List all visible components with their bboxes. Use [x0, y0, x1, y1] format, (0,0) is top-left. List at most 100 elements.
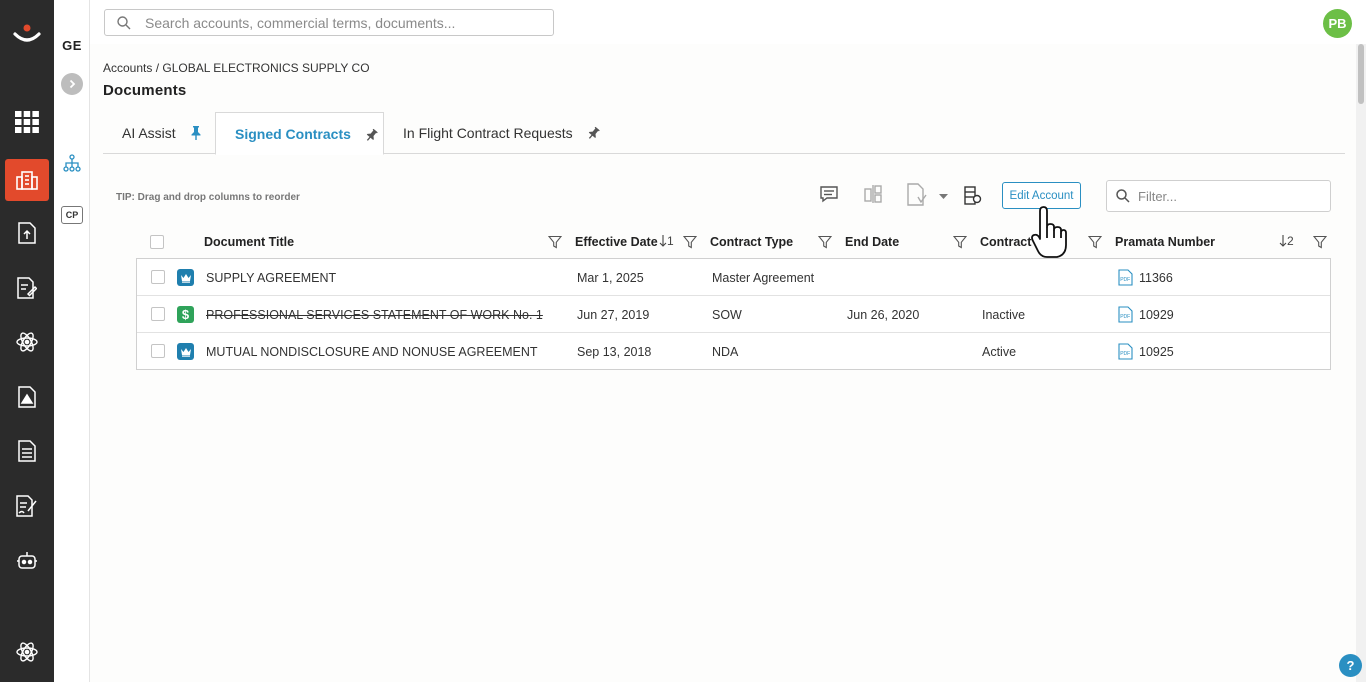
sort-indicator[interactable]: 2 [1279, 234, 1294, 248]
document-list-icon[interactable] [5, 430, 49, 472]
atom-icon[interactable] [5, 321, 49, 363]
pramata-number-text: 11366 [1139, 270, 1173, 285]
global-search-input[interactable] [145, 14, 525, 31]
sort-order: 2 [1287, 234, 1294, 248]
table-row[interactable]: MUTUAL NONDISCLOSURE AND NONUSE AGREEMEN… [137, 333, 1330, 370]
apps-grid-icon[interactable] [5, 101, 49, 143]
user-avatar[interactable]: PB [1323, 9, 1352, 38]
tab-label: In Flight Contract Requests [403, 125, 573, 141]
column-header-effective-date[interactable]: Effective Date [575, 226, 658, 258]
documents-table: SUPPLY AGREEMENT Mar 1, 2025 Master Agre… [136, 258, 1331, 370]
dollar-icon: $ [177, 306, 194, 323]
select-all-checkbox[interactable] [150, 235, 164, 249]
tab-ai-assist[interactable]: AI Assist [103, 112, 215, 154]
app-root: GE CP PB Accounts / GLOBAL ELECTRONICS S… [0, 0, 1366, 682]
table-header: Document Title Effective Date 1 Contract… [136, 226, 1331, 258]
end-date: Jun 26, 2020 [847, 307, 920, 322]
pramata-number-text: 10925 [1139, 344, 1174, 359]
hand-cursor-icon [1031, 205, 1067, 264]
row-checkbox[interactable] [151, 307, 165, 321]
pdf-icon[interactable]: PDF [1117, 269, 1134, 286]
compare-icon[interactable] [863, 184, 883, 204]
brand-logo-icon[interactable] [11, 22, 43, 46]
document-upload-icon[interactable] [5, 212, 49, 254]
table-row[interactable]: SUPPLY AGREEMENT Mar 1, 2025 Master Agre… [137, 259, 1330, 296]
document-title[interactable]: MUTUAL NONDISCLOSURE AND NONUSE AGREEMEN… [206, 333, 538, 370]
crown-icon [177, 269, 194, 286]
accounts-building-icon[interactable] [5, 159, 49, 201]
help-button[interactable]: ? [1339, 654, 1362, 677]
filter-icon[interactable] [953, 235, 967, 249]
chevron-down-icon[interactable] [939, 194, 948, 200]
cp-button[interactable]: CP [61, 206, 83, 224]
column-settings-icon[interactable] [963, 186, 983, 206]
crown-icon [177, 343, 194, 360]
column-header-end-date[interactable]: End Date [845, 226, 899, 258]
pin-icon[interactable] [587, 126, 600, 140]
contract-status: Active [982, 344, 1017, 359]
tab-in-flight-contract-requests[interactable]: In Flight Contract Requests [384, 112, 604, 154]
page-scrollbar[interactable] [1356, 44, 1366, 682]
top-bar: PB [90, 0, 1366, 44]
search-icon [1116, 189, 1130, 203]
hierarchy-icon[interactable] [63, 154, 81, 177]
filter-icon[interactable] [683, 235, 697, 249]
breadcrumb[interactable]: Accounts / GLOBAL ELECTRONICS SUPPLY CO [103, 61, 370, 75]
svg-text:PDF: PDF [1120, 351, 1130, 357]
tab-bar: AI Assist Signed Contracts In Flight Con… [103, 112, 1345, 155]
column-header-document-title[interactable]: Document Title [204, 226, 294, 258]
row-checkbox[interactable] [151, 270, 165, 284]
table-filter[interactable] [1106, 180, 1331, 212]
comment-icon[interactable] [819, 185, 839, 203]
document-download-icon[interactable] [906, 183, 928, 207]
main-nav [0, 0, 54, 682]
filter-icon[interactable] [1313, 235, 1327, 249]
contract-type: NDA [712, 344, 739, 359]
document-title[interactable]: SUPPLY AGREEMENT [206, 259, 336, 296]
effective-date: Sep 13, 2018 [577, 344, 652, 359]
chevron-right-icon[interactable] [61, 73, 83, 95]
pramata-number[interactable]: PDF 10925 [1117, 333, 1174, 370]
pdf-icon[interactable]: PDF [1117, 343, 1134, 360]
search-icon [117, 15, 131, 30]
robot-icon[interactable] [5, 540, 49, 582]
sort-order: 1 [667, 234, 674, 248]
sort-indicator[interactable]: 1 [659, 234, 674, 248]
main-content: Accounts / GLOBAL ELECTRONICS SUPPLY CO … [90, 44, 1356, 682]
tip-text: TIP: Drag and drop columns to reorder [116, 192, 300, 203]
account-initials: GE [62, 38, 82, 53]
global-search[interactable] [104, 9, 554, 36]
pin-icon[interactable] [365, 128, 378, 142]
scrollbar-thumb[interactable] [1358, 44, 1364, 104]
column-header-pramata-number[interactable]: Pramata Number [1115, 226, 1215, 258]
contract-status: Inactive [982, 307, 1026, 322]
filter-icon[interactable] [548, 235, 562, 249]
row-checkbox[interactable] [151, 344, 165, 358]
account-subnav: GE CP [54, 0, 90, 682]
document-sign-icon[interactable] [5, 485, 49, 527]
table-row[interactable]: $ PROFESSIONAL SERVICES STATEMENT OF WOR… [137, 296, 1330, 333]
document-image-icon[interactable] [5, 376, 49, 418]
tab-label: Signed Contracts [235, 125, 351, 142]
pramata-number[interactable]: PDF 11366 [1117, 259, 1173, 296]
page-title: Documents [103, 82, 187, 99]
effective-date: Mar 1, 2025 [577, 270, 644, 285]
pin-icon[interactable] [190, 126, 202, 140]
document-title[interactable]: PROFESSIONAL SERVICES STATEMENT OF WORK … [206, 296, 543, 333]
pramata-number[interactable]: PDF 10929 [1117, 296, 1174, 333]
settings-atom-icon[interactable] [5, 631, 49, 673]
tab-signed-contracts[interactable]: Signed Contracts [215, 112, 384, 155]
filter-icon[interactable] [818, 235, 832, 249]
document-edit-icon[interactable] [5, 267, 49, 309]
column-header-contract-type[interactable]: Contract Type [710, 226, 793, 258]
contract-type: Master Agreement [712, 270, 815, 285]
table-filter-input[interactable] [1138, 188, 1318, 204]
effective-date: Jun 27, 2019 [577, 307, 650, 322]
svg-text:PDF: PDF [1120, 277, 1130, 283]
svg-text:PDF: PDF [1120, 314, 1130, 320]
contract-type: SOW [712, 307, 742, 322]
tab-label: AI Assist [122, 125, 176, 141]
filter-icon[interactable] [1088, 235, 1102, 249]
pdf-icon[interactable]: PDF [1117, 306, 1134, 323]
pramata-number-text: 10929 [1139, 307, 1174, 322]
